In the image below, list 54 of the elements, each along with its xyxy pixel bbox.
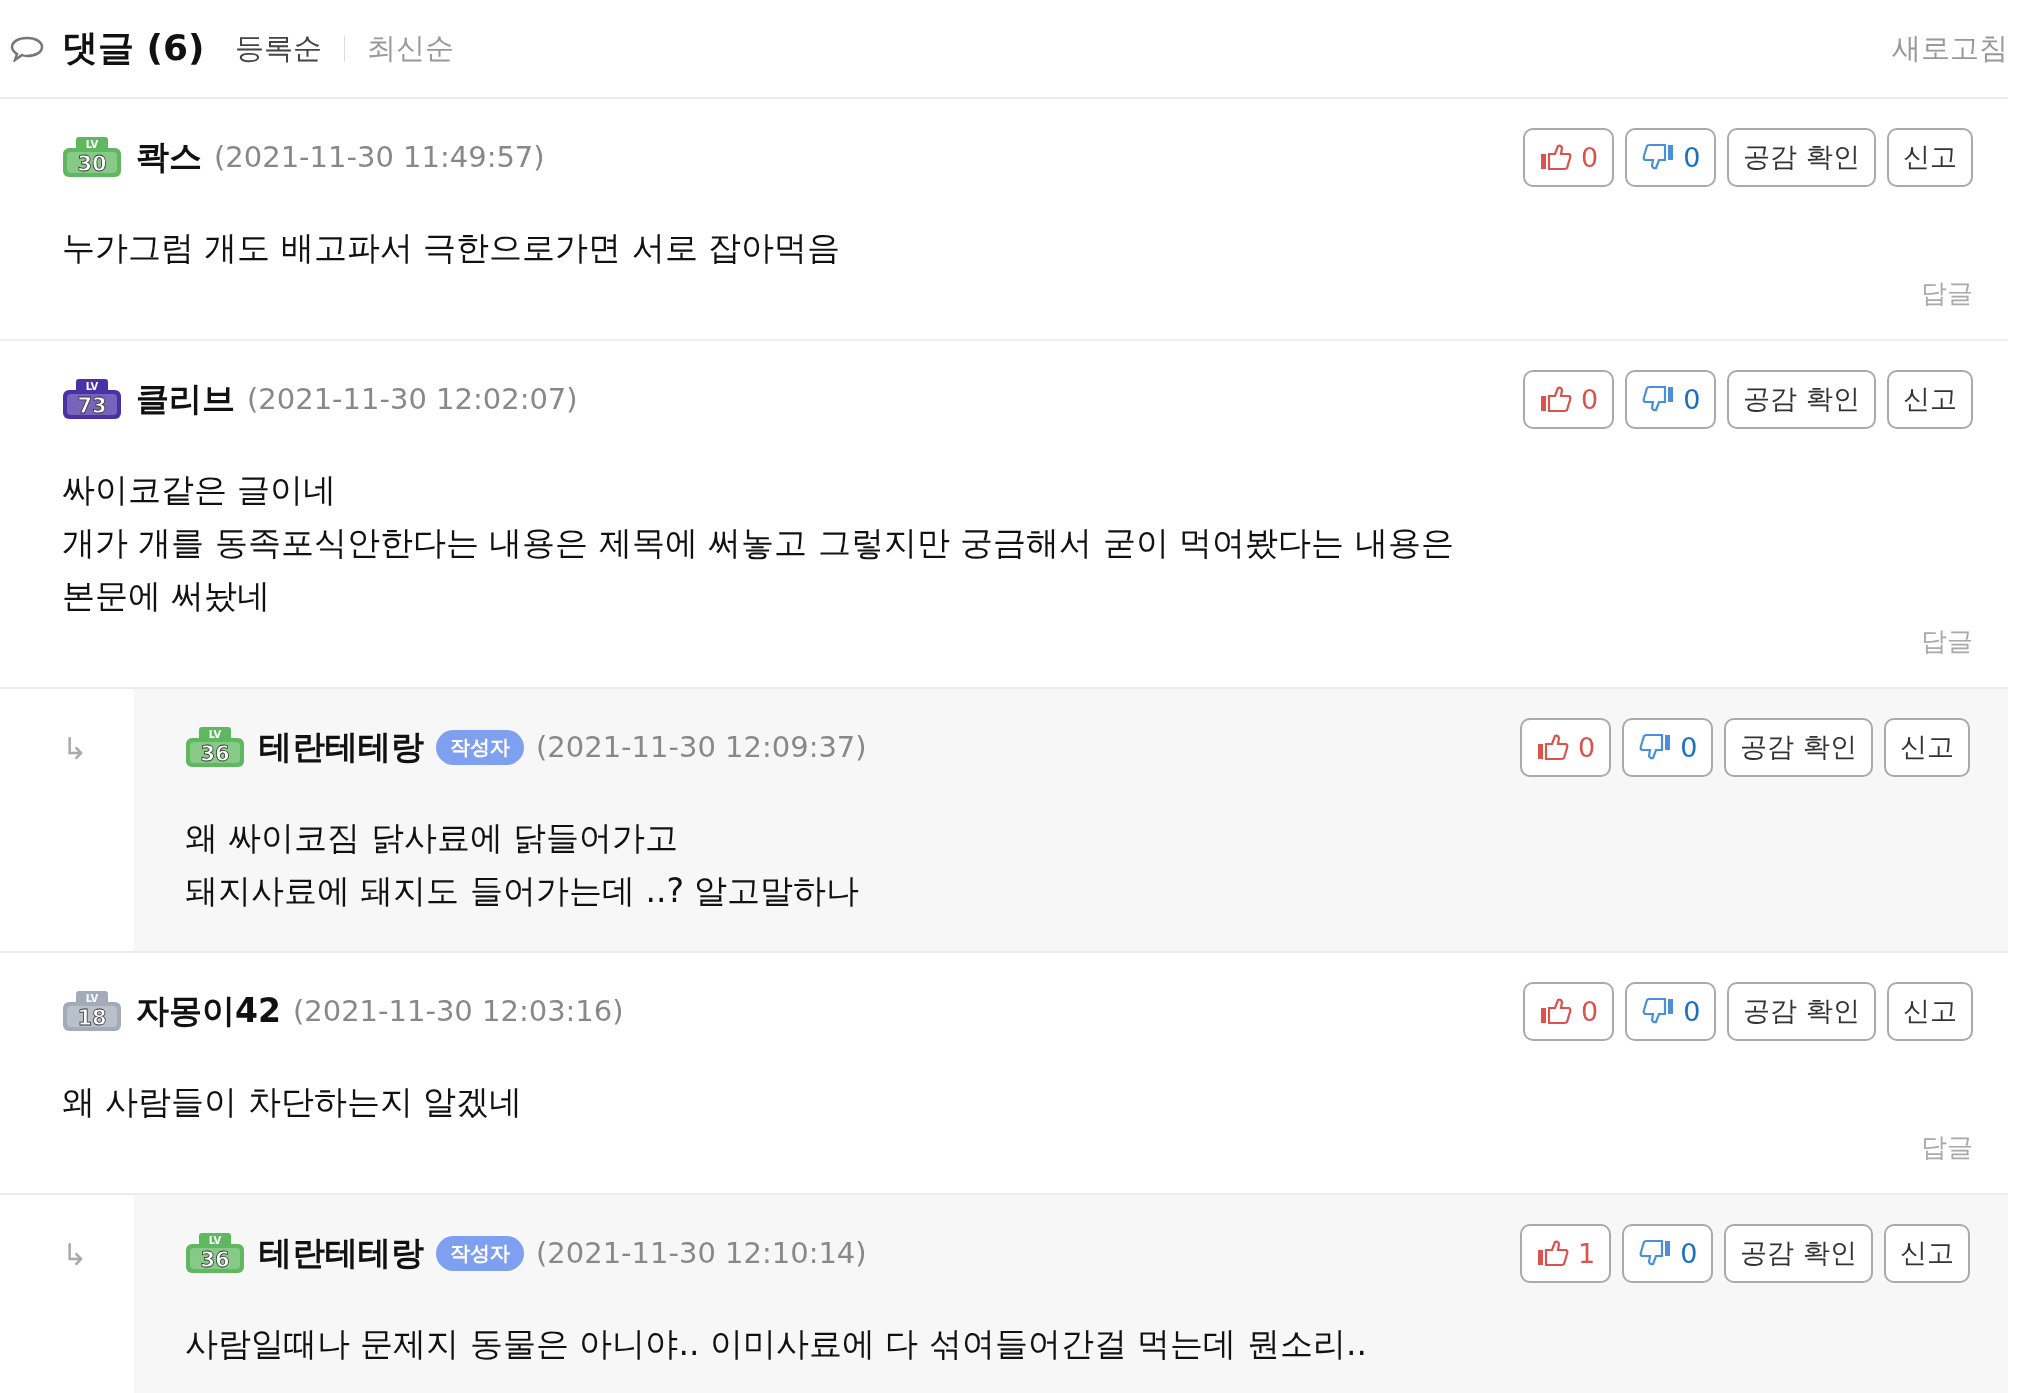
reactions-button[interactable]: 공감 확인 bbox=[1727, 981, 1876, 1041]
report-button[interactable]: 신고 bbox=[1887, 981, 1973, 1041]
comment-date: (2021-11-30 11:49:57) bbox=[214, 140, 545, 174]
like-button[interactable]: 1 bbox=[1520, 1223, 1612, 1283]
comment-text: 돼지사료에 돼지도 들어가는데 ..? 알고말하나 bbox=[185, 870, 861, 912]
reactions-button[interactable]: 공감 확인 bbox=[1727, 127, 1876, 187]
thumbs-up-icon bbox=[1539, 997, 1574, 1025]
sort-tab[interactable]: 등록순 bbox=[234, 28, 322, 69]
reply-arrow: ↳ bbox=[62, 1237, 88, 1272]
report-button[interactable]: 신고 bbox=[1884, 1223, 1970, 1283]
like-button[interactable]: 0 bbox=[1523, 981, 1615, 1041]
reactions-button[interactable]: 공감 확인 bbox=[1724, 717, 1873, 777]
author-tag: 작성자 bbox=[436, 729, 524, 765]
dislike-button[interactable]: 0 bbox=[1625, 981, 1717, 1041]
reactions-button[interactable]: 공감 확인 bbox=[1724, 1223, 1873, 1283]
comment-date: (2021-11-30 12:03:16) bbox=[292, 994, 624, 1028]
like-button[interactable]: 0 bbox=[1520, 717, 1612, 777]
author-name[interactable]: 테란테테랑 bbox=[259, 1230, 424, 1276]
thumbs-up-icon bbox=[1539, 143, 1574, 171]
like-button[interactable]: 0 bbox=[1523, 127, 1615, 187]
thumbs-up-icon bbox=[1536, 1239, 1571, 1267]
dislike-button[interactable]: 0 bbox=[1622, 1223, 1714, 1283]
comment-date: (2021-11-30 12:09:37) bbox=[536, 730, 867, 764]
thumbs-up-icon bbox=[1539, 385, 1574, 413]
report-button[interactable]: 신고 bbox=[1887, 369, 1973, 429]
author-name[interactable]: 테란테테랑 bbox=[259, 724, 424, 770]
author-name[interactable]: 클리브 bbox=[136, 376, 235, 422]
author-name[interactable]: 콱스 bbox=[136, 134, 202, 180]
thumbs-up-icon bbox=[1536, 733, 1571, 761]
reply-arrow: ↳ bbox=[62, 731, 88, 766]
comment-text: 왜 싸이코짐 닭사료에 닭들어가고 bbox=[185, 817, 680, 859]
comment-date: (2021-11-30 12:02:07) bbox=[247, 382, 578, 416]
dislike-button[interactable]: 0 bbox=[1622, 717, 1714, 777]
thumbs-down-icon bbox=[1641, 143, 1676, 171]
like-button[interactable]: 0 bbox=[1523, 369, 1615, 429]
dislike-button[interactable]: 0 bbox=[1625, 127, 1717, 187]
reactions-button[interactable]: 공감 확인 bbox=[1727, 369, 1876, 429]
thumbs-down-icon bbox=[1641, 997, 1676, 1025]
comment-text: 누가그럼 개도 배고파서 극한으로가면 서로 잡아먹음 bbox=[62, 227, 842, 269]
report-button[interactable]: 신고 bbox=[1887, 127, 1973, 187]
comment-text: 왜 사람들이 차단하는지 알겠네 bbox=[62, 1081, 524, 1123]
dislike-button[interactable]: 0 bbox=[1625, 369, 1717, 429]
comment-text: 사람일때나 문제지 동물은 아니야.. 이미사료에 다 섞여들어간걸 먹는데 뭔소리.. bbox=[185, 1323, 1368, 1365]
thumbs-down-icon bbox=[1641, 385, 1676, 413]
comment-date: (2021-11-30 12:10:14) bbox=[536, 1236, 867, 1270]
speech-bubble-icon bbox=[10, 35, 44, 62]
thumbs-down-icon bbox=[1638, 1239, 1673, 1267]
author-tag: 작성자 bbox=[436, 1235, 524, 1271]
comment-text: 싸이코같은 글이네 bbox=[62, 469, 338, 511]
comments-title: 댓글 (6) bbox=[62, 26, 205, 70]
author-name[interactable]: 자몽이42 bbox=[136, 988, 281, 1034]
report-button[interactable]: 신고 bbox=[1884, 717, 1970, 777]
comment-text: 개가 개를 동족포식안한다는 내용은 제목에 써놓고 그렇지만 궁금해서 굳이 먹여봤다는 내용은 본문에 써놨네 bbox=[62, 522, 1455, 617]
thumbs-down-icon bbox=[1638, 733, 1673, 761]
